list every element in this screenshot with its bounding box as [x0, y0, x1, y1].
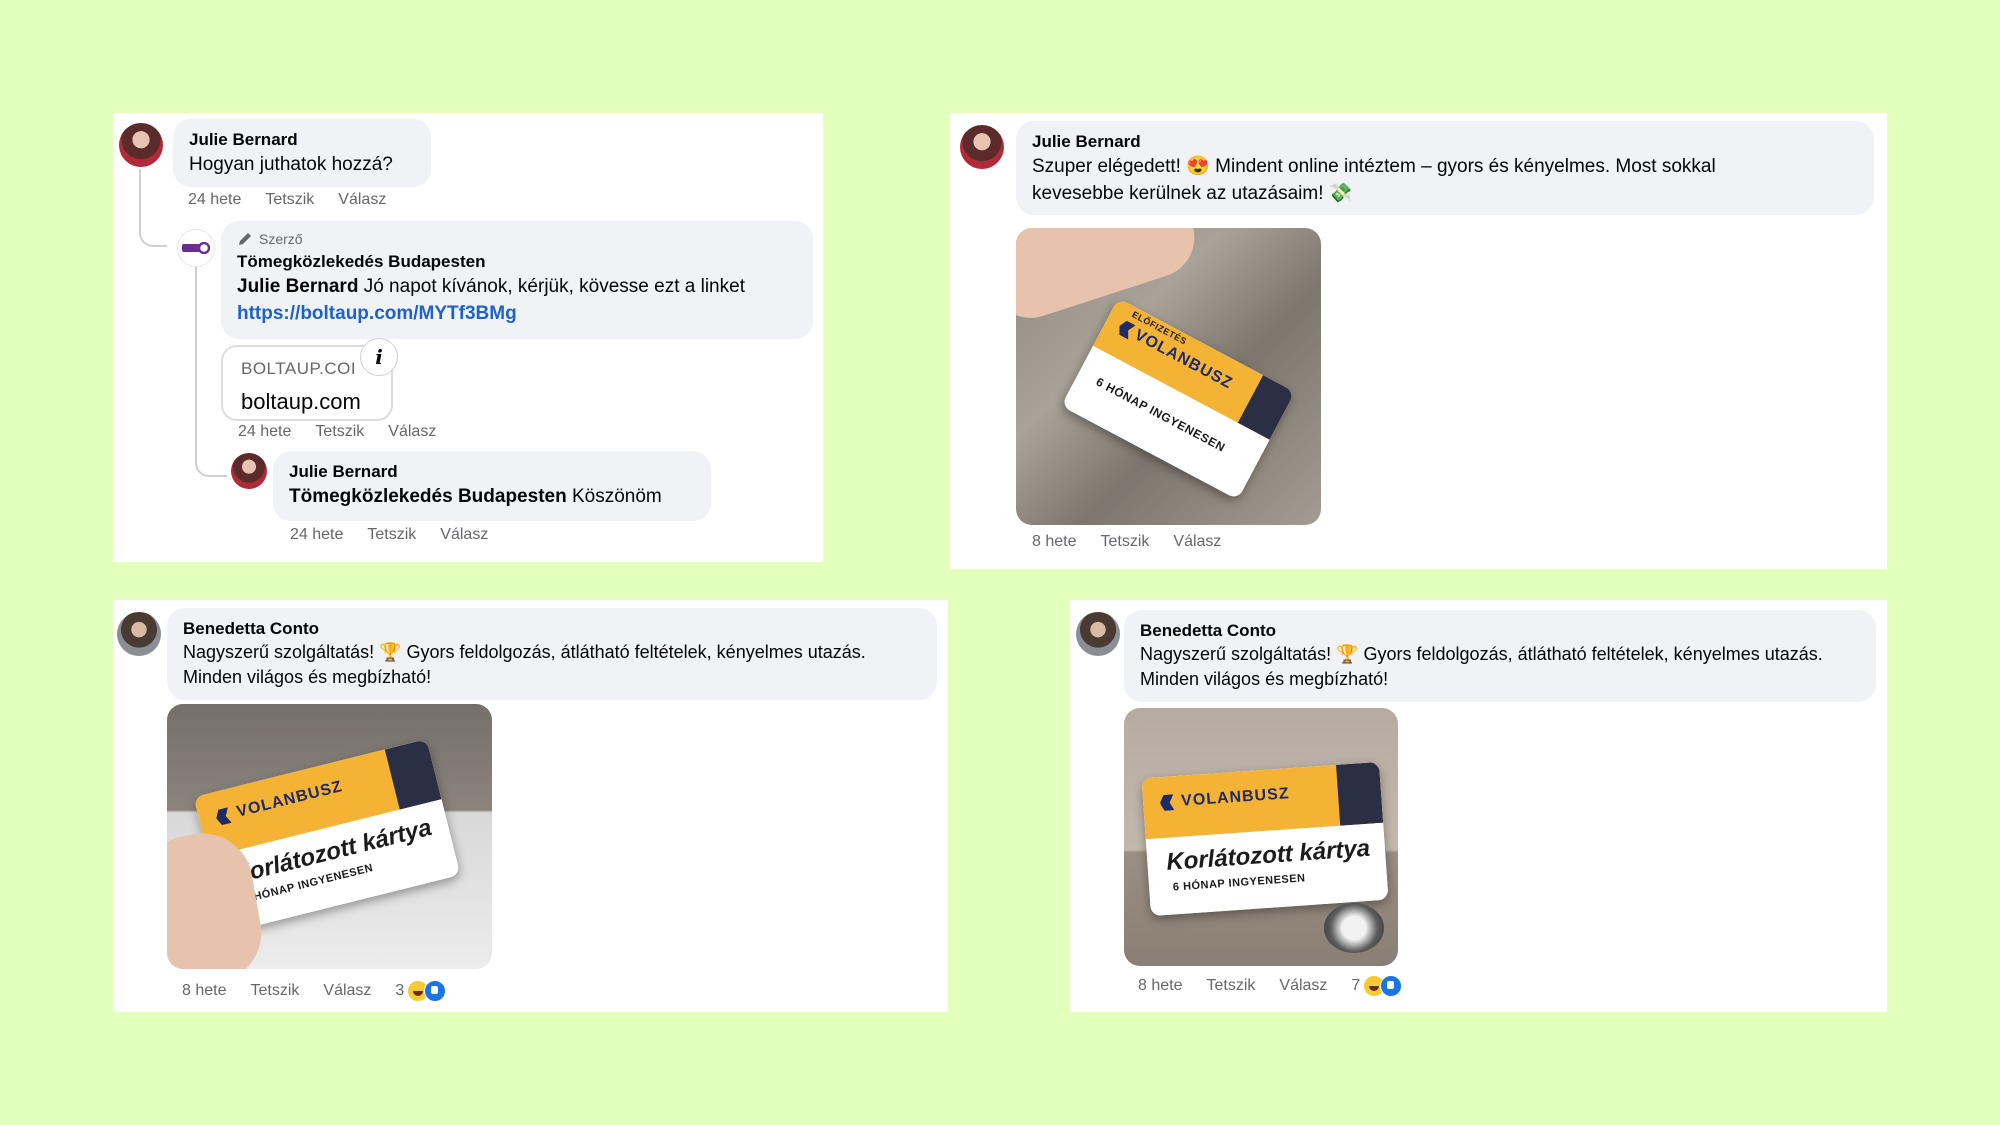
reply-text: Julie Bernard Jó napot kívánok, kérjük, … [237, 276, 745, 297]
like-button[interactable]: Tetszik [315, 423, 364, 441]
like-button[interactable]: Tetszik [1100, 533, 1149, 551]
avatar[interactable] [231, 453, 267, 489]
metal-object [1324, 903, 1384, 953]
reply-author[interactable]: Julie Bernard [289, 461, 695, 483]
comment-author[interactable]: Benedetta Conto [1140, 620, 1860, 642]
reply-link-row: https://boltaup.com/MYTf3BMg [237, 300, 797, 327]
reaction-count: 7 [1351, 977, 1361, 994]
comment-photo[interactable]: VOLANBUSZ ELŐFIZETÉS 6 HÓNAP INGYENESEN [1016, 228, 1321, 525]
transit-card-image: VOLANBUSZ Korlátozott kártya 6 HÓNAP ING… [1141, 761, 1389, 917]
comment-author[interactable]: Benedetta Conto [183, 618, 921, 640]
like-button[interactable]: Tetszik [1206, 977, 1255, 995]
transit-card-image: VOLANBUSZ ELŐFIZETÉS 6 HÓNAP INGYENESEN [1061, 298, 1295, 500]
reply-actions: 24 hete Tetszik Válasz [238, 423, 436, 441]
like-reaction-icon [424, 980, 447, 1002]
reply-actions: 24 hete Tetszik Válasz [290, 526, 488, 544]
reply-button[interactable]: Válasz [338, 191, 386, 209]
like-button[interactable]: Tetszik [265, 191, 314, 209]
comment-text: Hogyan juthatok hozzá? [189, 154, 393, 175]
thread-connector [139, 169, 167, 247]
comment-text-line: Nagyszerű szolgáltatás! 🏆 Gyors feldolgo… [1140, 644, 1823, 664]
avatar[interactable] [960, 125, 1004, 169]
reply-button[interactable]: Válasz [388, 423, 436, 441]
like-button[interactable]: Tetszik [250, 982, 299, 1000]
info-icon[interactable]: i [360, 338, 398, 376]
page-logo-icon [182, 242, 210, 254]
reply-time[interactable]: 24 hete [290, 526, 343, 544]
avatar[interactable] [119, 123, 163, 167]
comment-time[interactable]: 24 hete [188, 191, 241, 209]
comment-time[interactable]: 8 hete [1138, 977, 1182, 995]
mention[interactable]: Tömegközlekedés Budapesten [289, 486, 567, 507]
avatar[interactable] [117, 612, 161, 656]
reply-button[interactable]: Válasz [323, 982, 371, 1000]
comment-actions: 8 hete Tetszik Válasz 3 [182, 980, 447, 1002]
comment-time[interactable]: 8 hete [182, 982, 226, 1000]
comment-photo[interactable]: VOLANBUSZ Korlátozott kártya 6 HÓNAP ING… [1124, 708, 1398, 966]
comment-text-line: kevesebbe kerülnek az utazásaim! 💸 [1032, 183, 1353, 204]
mention[interactable]: Julie Bernard [237, 276, 358, 297]
comment-panel-4: Benedetta Conto Nagyszerű szolgáltatás! … [1070, 600, 1887, 1012]
comment-author[interactable]: Julie Bernard [1032, 131, 1858, 153]
like-button[interactable]: Tetszik [367, 526, 416, 544]
reply-button[interactable]: Válasz [1279, 977, 1327, 995]
author-badge: Szerző [237, 231, 797, 247]
reply-author[interactable]: Tömegközlekedés Budapesten [237, 251, 797, 273]
comment-actions: 8 hete Tetszik Válasz 7 [1138, 975, 1403, 997]
comment-author[interactable]: Julie Bernard [189, 129, 415, 151]
comment-text-line: Minden világos és megbízható! [1140, 669, 1389, 689]
comment-actions: 8 hete Tetszik Válasz [1032, 533, 1221, 551]
reaction-count: 3 [395, 982, 405, 999]
reaction-summary[interactable]: 7 [1351, 975, 1403, 997]
reply-bubble: Szerző Tömegközlekedés Budapesten Julie … [221, 221, 813, 339]
preview-title: boltaup.com [241, 389, 361, 414]
comment-actions: 24 hete Tetszik Válasz [188, 191, 386, 209]
reply-link[interactable]: https://boltaup.com/MYTf3BMg [237, 303, 517, 324]
comment-thread-panel-1: Julie Bernard Hogyan juthatok hozzá? 24 … [113, 113, 823, 562]
reaction-summary[interactable]: 3 [395, 980, 447, 1002]
comment-bubble: Julie Bernard Hogyan juthatok hozzá? [173, 119, 431, 187]
reply-text: Tömegközlekedés Budapesten Köszönöm [289, 486, 662, 507]
comment-photo[interactable]: VOLANBUSZ Korlátozott kártya 6 HÓNAP ING… [167, 704, 492, 969]
comment-bubble: Benedetta Conto Nagyszerű szolgáltatás! … [1124, 610, 1876, 702]
comment-panel-3: Benedetta Conto Nagyszerű szolgáltatás! … [113, 600, 948, 1012]
pencil-icon [239, 233, 251, 245]
comment-bubble: Julie Bernard Szuper elégedett! 😍 Minden… [1016, 121, 1874, 215]
comment-bubble: Benedetta Conto Nagyszerű szolgáltatás! … [167, 608, 937, 700]
avatar[interactable] [177, 229, 215, 267]
comment-text-line: Nagyszerű szolgáltatás! 🏆 Gyors feldolgo… [183, 642, 866, 662]
like-reaction-icon [1380, 975, 1403, 997]
reply-bubble: Julie Bernard Tömegközlekedés Budapesten… [273, 451, 711, 521]
comment-panel-2: Julie Bernard Szuper elégedett! 😍 Minden… [950, 113, 1887, 569]
comment-text-line: Szuper elégedett! 😍 Mindent online intéz… [1032, 156, 1716, 177]
reply-time[interactable]: 24 hete [238, 423, 291, 441]
comment-time[interactable]: 8 hete [1032, 533, 1076, 551]
reply-button[interactable]: Válasz [1173, 533, 1221, 551]
reply-button[interactable]: Válasz [440, 526, 488, 544]
preview-domain: BOLTAUP.COI [241, 359, 357, 378]
comment-text-line: Minden világos és megbízható! [183, 667, 432, 687]
avatar[interactable] [1076, 612, 1120, 656]
